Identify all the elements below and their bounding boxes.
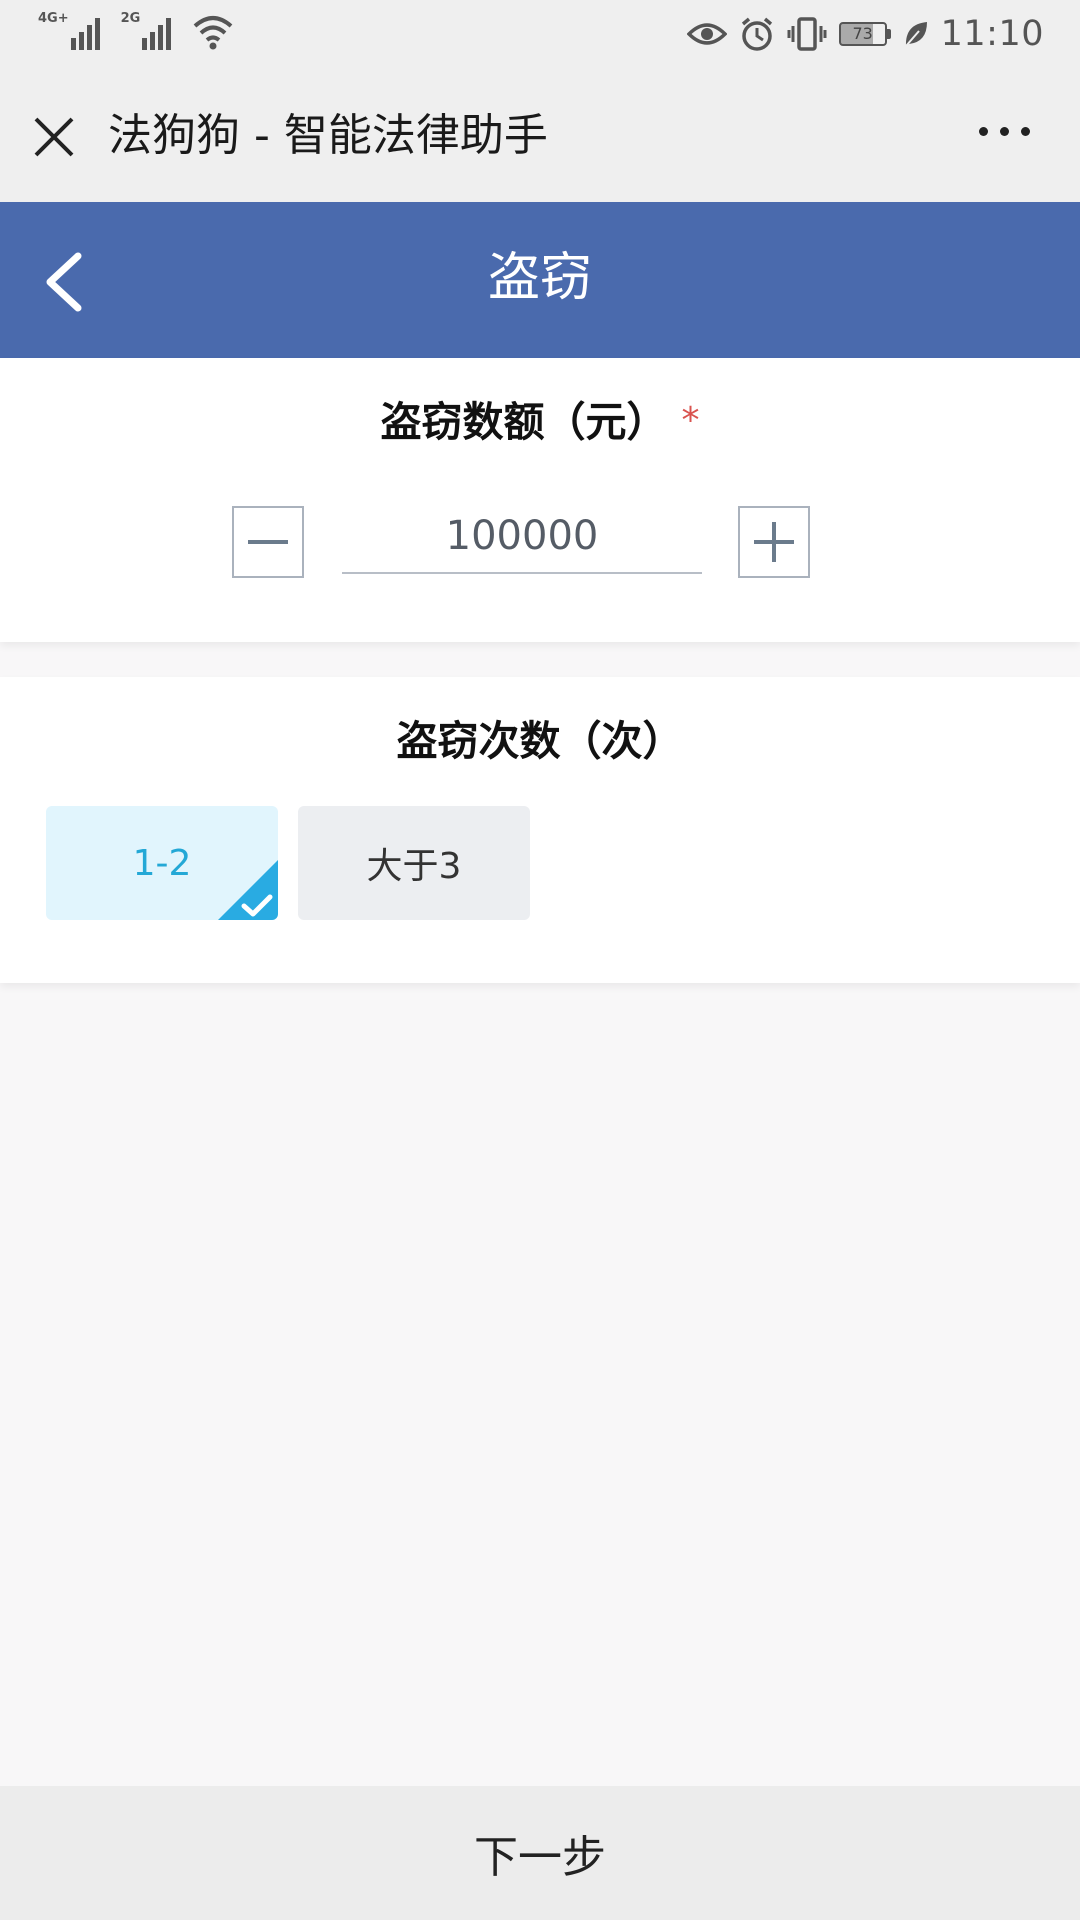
option-1-2[interactable]: 1-2	[46, 806, 278, 920]
app-nav-bar: 盗窃	[0, 202, 1080, 358]
alarm-icon	[741, 17, 772, 51]
option-label: 大于3	[366, 846, 462, 887]
page-title: 盗窃	[487, 248, 592, 308]
network-indicator-1: 4G+	[38, 12, 105, 50]
minus-icon	[248, 540, 288, 544]
option-more-than-3[interactable]: 大于3	[298, 806, 530, 920]
amount-label: 盗窃数额（元） *	[0, 388, 1080, 448]
more-icon[interactable]	[979, 127, 1030, 136]
battery-icon: 73	[838, 22, 891, 46]
webview-title: 法狗狗 - 智能法律助手	[108, 110, 548, 161]
option-label: 1-2	[132, 842, 192, 884]
amount-card: 盗窃数额（元） * 100000	[0, 358, 1080, 642]
increase-button[interactable]	[738, 506, 810, 578]
count-label: 盗窃次数（次）	[396, 717, 684, 765]
plus-icon	[754, 522, 794, 562]
decrease-button[interactable]	[232, 506, 304, 578]
signal-icon	[70, 18, 100, 50]
check-icon	[218, 860, 278, 920]
battery-level: 73	[838, 22, 887, 46]
required-mark: *	[681, 400, 700, 441]
network-type-label-2: 2G	[120, 11, 141, 26]
status-bar-right: 73 11:10	[686, 14, 1044, 54]
next-button[interactable]: 下一步	[0, 1786, 1080, 1920]
amount-label-text: 盗窃数额（元）	[380, 398, 668, 446]
wifi-icon	[194, 16, 233, 50]
signal-icon	[142, 18, 172, 50]
next-button-label: 下一步	[474, 1832, 606, 1883]
close-icon[interactable]	[32, 115, 76, 159]
eye-icon	[686, 23, 727, 45]
leaf-icon	[904, 22, 927, 47]
status-bar-left: 4G+ 2G	[38, 12, 234, 50]
network-indicator-2: 2G	[121, 12, 177, 50]
webview-header: 法狗狗 - 智能法律助手	[0, 72, 1080, 202]
status-time: 11:10	[940, 14, 1044, 54]
status-bar: 4G+ 2G 73 11:10	[0, 0, 1080, 72]
vibrate-icon	[787, 17, 827, 51]
network-type-label: 4G+	[38, 11, 69, 26]
count-card: 盗窃次数（次） 1-2 大于3	[0, 677, 1080, 983]
amount-input[interactable]: 100000	[342, 500, 702, 574]
